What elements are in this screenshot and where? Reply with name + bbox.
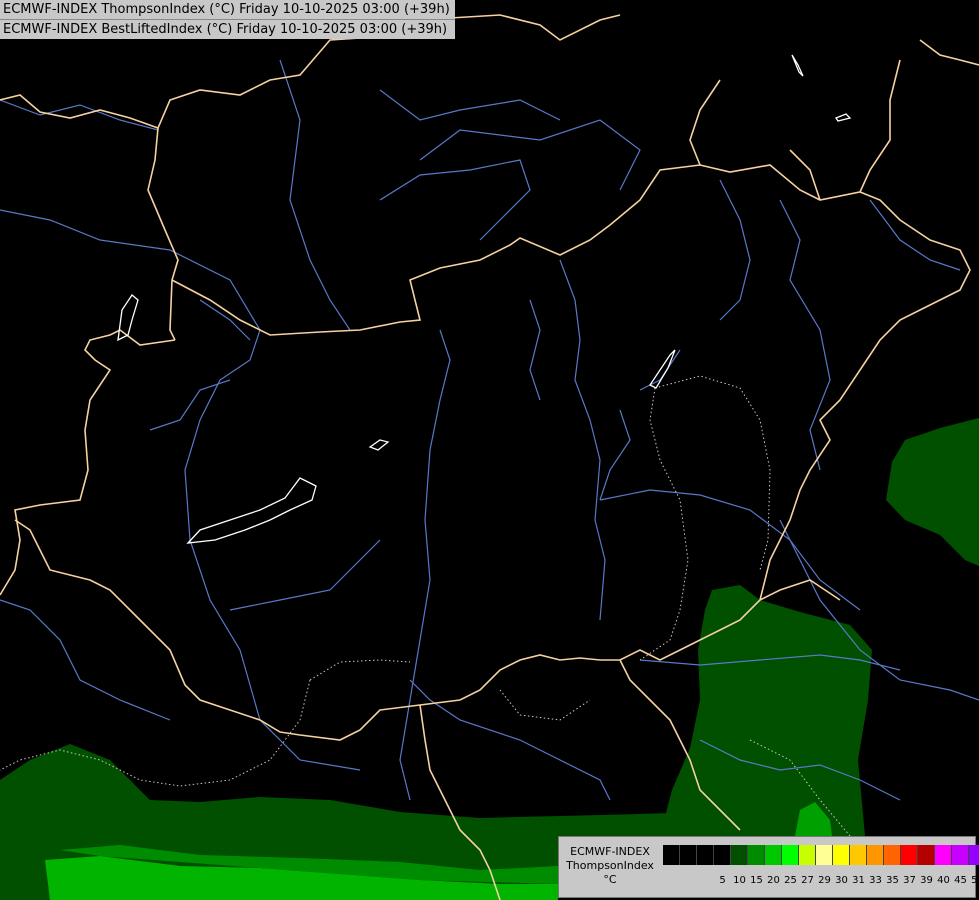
legend-swatch <box>748 845 765 865</box>
legend-swatch <box>816 845 833 865</box>
legend-swatch <box>952 845 969 865</box>
legend-swatch <box>969 845 979 865</box>
header-title-secondary: ECMWF-INDEX BestLiftedIndex (°C) Friday … <box>0 19 455 39</box>
weather-map <box>0 0 979 900</box>
legend-tick-label: 33 <box>869 875 882 886</box>
legend-tick-spacer <box>697 875 714 886</box>
legend-parameter: ThompsonIndex <box>566 859 654 872</box>
legend-tick-label: 15 <box>750 875 763 886</box>
header-title-primary: ECMWF-INDEX ThompsonIndex (°C) Friday 10… <box>0 0 455 19</box>
legend-swatch <box>833 845 850 865</box>
legend-model: ECMWF-INDEX <box>570 845 650 858</box>
legend-tick-label: 39 <box>920 875 933 886</box>
legend-tick-label: 5 <box>719 875 726 886</box>
legend-tick-label: 20 <box>767 875 780 886</box>
legend-swatch <box>663 845 680 865</box>
legend-swatch <box>765 845 782 865</box>
legend-swatch <box>918 845 935 865</box>
legend-swatch <box>867 845 884 865</box>
legend-tick-label: 27 <box>801 875 814 886</box>
color-legend: ECMWF-INDEX ThompsonIndex °C 5 10 15 20 25 27… <box>558 836 979 898</box>
legend-tick-label: 35 <box>886 875 899 886</box>
legend-title: ECMWF-INDEX ThompsonIndex °C <box>563 845 657 887</box>
legend-tick-spacer <box>680 875 697 886</box>
legend-tick-label: 10 <box>733 875 746 886</box>
legend-swatch <box>901 845 918 865</box>
legend-unit: °C <box>603 873 617 886</box>
legend-tick-label: 25 <box>784 875 797 886</box>
legend-tick-label: 29 <box>818 875 831 886</box>
legend-swatch <box>680 845 697 865</box>
legend-swatch <box>935 845 952 865</box>
legend-tick-spacer <box>663 875 680 886</box>
legend-swatch <box>782 845 799 865</box>
legend-tick-label: 37 <box>903 875 916 886</box>
legend-swatch <box>731 845 748 865</box>
legend-swatch <box>850 845 867 865</box>
legend-tick-label: 50 <box>971 875 979 886</box>
legend-tick-label: 45 <box>954 875 967 886</box>
legend-swatch <box>884 845 901 865</box>
legend-tick-label: 40 <box>937 875 950 886</box>
legend-swatch <box>799 845 816 865</box>
legend-tick-label: 31 <box>852 875 865 886</box>
legend-swatch <box>714 845 731 865</box>
legend-ticks: 51015202527293031333537394045505560 <box>663 875 979 886</box>
legend-tick-label: 30 <box>835 875 848 886</box>
map-header: ECMWF-INDEX ThompsonIndex (°C) Friday 10… <box>0 0 455 39</box>
legend-swatches <box>663 845 979 865</box>
legend-swatch <box>697 845 714 865</box>
